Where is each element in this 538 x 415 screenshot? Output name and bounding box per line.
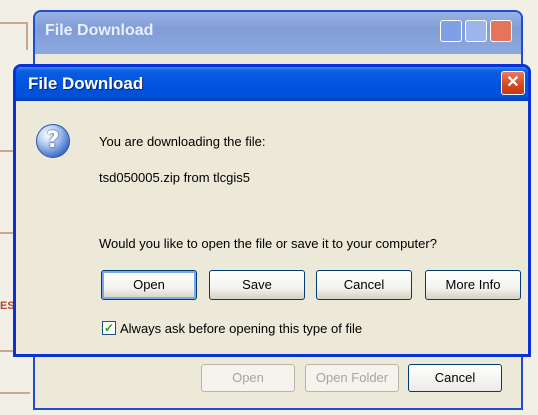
- background-open-button: Open: [201, 364, 295, 392]
- close-icon: ✕: [506, 74, 520, 91]
- dialog-titlebar[interactable]: File Download ✕: [16, 67, 528, 101]
- cancel-button[interactable]: Cancel: [316, 270, 412, 300]
- checkmark-icon: ✓: [103, 321, 115, 335]
- bg-line: [0, 392, 30, 394]
- file-download-dialog: File Download ✕ ? You are downloading th…: [13, 64, 531, 357]
- always-ask-checkbox[interactable]: ✓: [102, 321, 116, 335]
- open-save-question: Would you like to open the file or save …: [99, 236, 437, 251]
- close-button[interactable]: ✕: [501, 71, 525, 95]
- bg-line: [0, 232, 14, 234]
- maximize-button[interactable]: [465, 20, 487, 42]
- background-cancel-button[interactable]: Cancel: [408, 364, 502, 392]
- minimize-button[interactable]: [440, 20, 462, 42]
- save-button[interactable]: Save: [209, 270, 305, 300]
- dialog-title: File Download: [28, 74, 144, 93]
- open-button[interactable]: Open: [101, 270, 197, 300]
- bg-line: [0, 150, 14, 152]
- bg-line: [26, 22, 28, 50]
- bg-line: [0, 22, 28, 24]
- more-info-button[interactable]: More Info: [425, 270, 521, 300]
- file-name: tsd050005.zip from tlcgis5: [99, 170, 251, 185]
- background-close-button[interactable]: [490, 20, 512, 42]
- always-ask-label[interactable]: Always ask before opening this type of f…: [120, 321, 362, 336]
- open-folder-button: Open Folder: [305, 364, 399, 392]
- download-message: You are downloading the file:: [99, 134, 266, 149]
- question-icon: ?: [36, 124, 70, 158]
- background-window-title: File Download: [45, 22, 154, 39]
